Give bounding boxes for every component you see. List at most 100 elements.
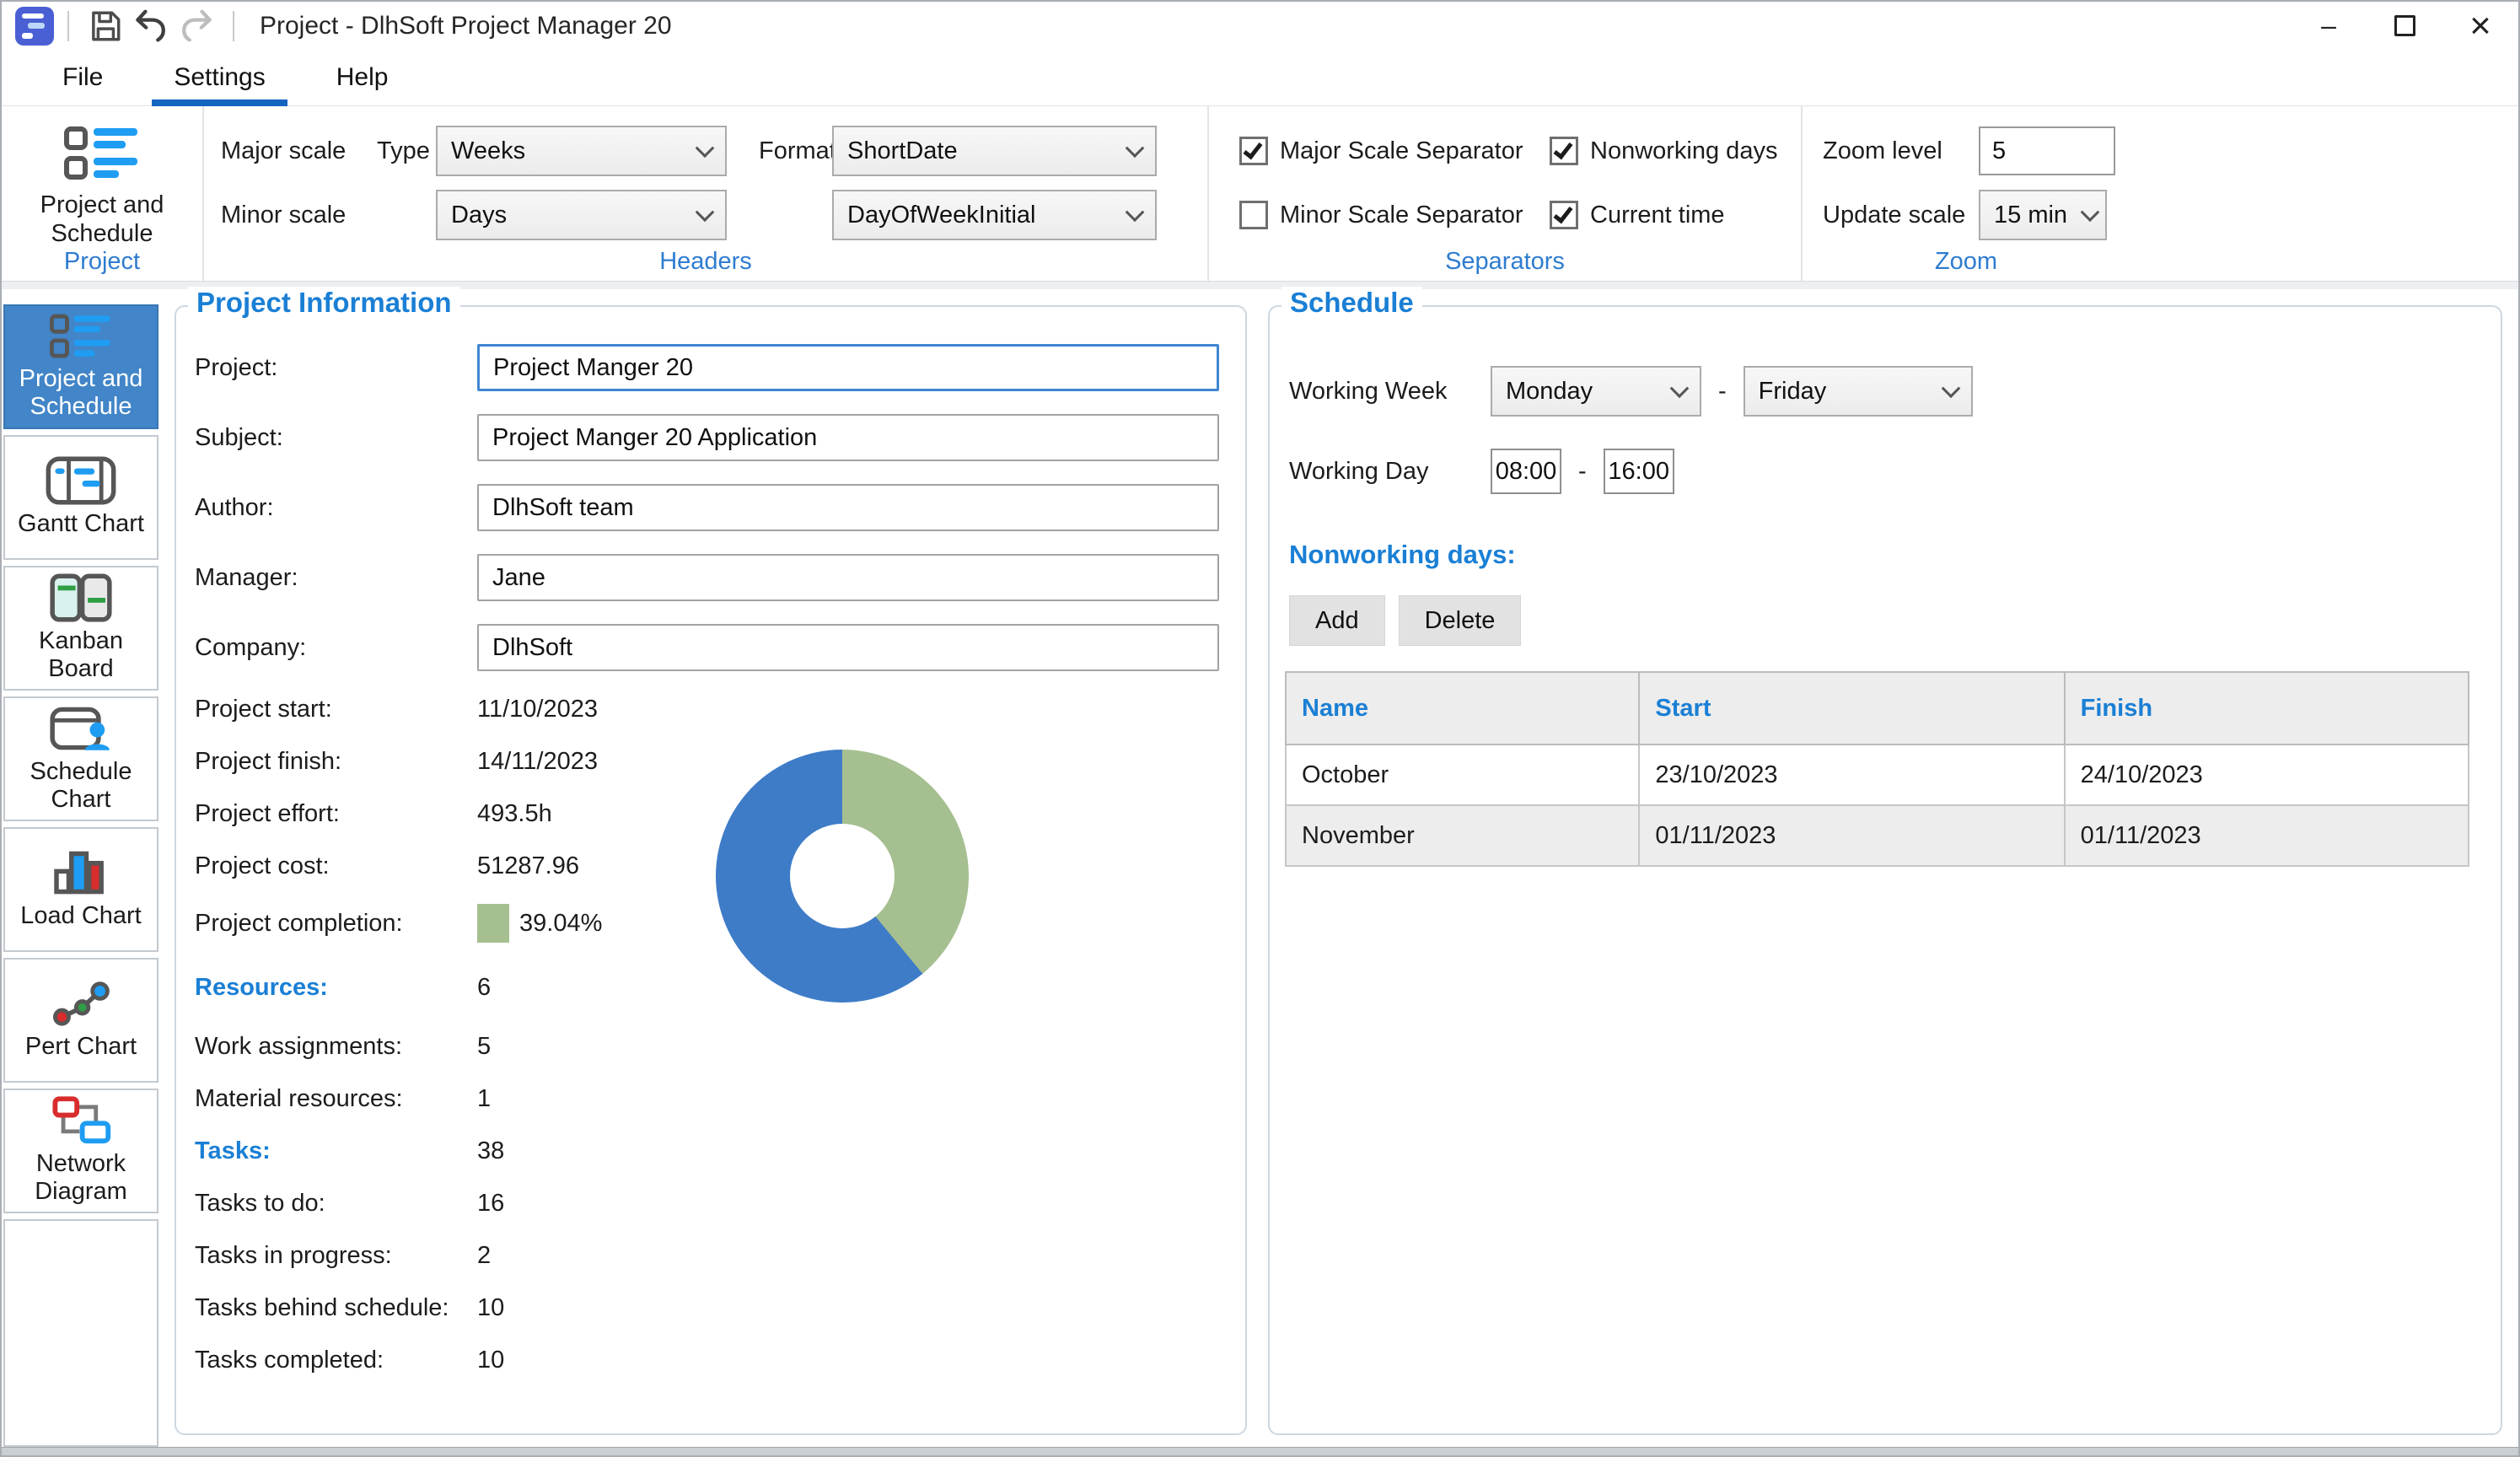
checkbox-icon: [1239, 201, 1268, 229]
major-scale-type-select[interactable]: Weeks: [436, 126, 727, 176]
checkbox-icon: [1239, 137, 1268, 165]
network-diagram-icon: [52, 1095, 111, 1143]
stat-label: Tasks to do:: [195, 1189, 325, 1217]
cell-finish: 24/10/2023: [2063, 744, 2470, 806]
ribbon-group-label-headers: Headers: [659, 248, 752, 275]
stat-label: Tasks completed:: [195, 1346, 384, 1374]
week-start-select[interactable]: Monday: [1491, 366, 1701, 417]
undo-icon: [136, 9, 165, 42]
window-title: Project - DlhSoft Project Manager 20: [260, 11, 672, 40]
stat-label: Project effort:: [195, 799, 340, 827]
project-schedule-icon: [49, 314, 110, 358]
nonworking-days-checkbox[interactable]: Nonworking days: [1550, 137, 1801, 165]
sidebar-empty-cell: [3, 1219, 159, 1447]
minor-scale-separator-checkbox[interactable]: Minor Scale Separator: [1239, 201, 1550, 229]
major-scale-format-select[interactable]: ShortDate: [832, 126, 1157, 176]
completion-swatch: [477, 904, 509, 943]
day-start-input[interactable]: [1491, 449, 1561, 494]
minor-scale-type-select[interactable]: Days: [436, 190, 727, 240]
project-input[interactable]: [477, 344, 1219, 391]
schedule-title: Schedule: [1281, 287, 1422, 319]
project-field-row: Project:: [195, 344, 1245, 391]
stat-label: Material resources:: [195, 1084, 403, 1112]
project-information-title: Project Information: [188, 287, 460, 319]
sidebar-item-label: Load Chart: [20, 902, 142, 930]
sidebar-item-label: Pert Chart: [24, 1033, 137, 1061]
table-row-november[interactable]: November 01/11/2023 01/11/2023: [1284, 804, 2470, 867]
stat-tasks: Tasks: 38: [195, 1136, 1245, 1166]
table-row-october[interactable]: October 23/10/2023 24/10/2023: [1284, 744, 2470, 806]
update-scale-select[interactable]: 15 min: [1979, 190, 2107, 240]
major-scale-label: Major scale: [221, 137, 347, 164]
menu-settings[interactable]: Settings: [148, 63, 290, 106]
sidebar-item-kanban-board[interactable]: Kanban Board: [3, 566, 159, 691]
chevron-down-icon: [2080, 202, 2100, 223]
close-icon: ×: [2469, 4, 2491, 46]
app-logo-icon[interactable]: [15, 6, 54, 46]
stat-value: 11/10/2023: [477, 695, 598, 723]
week-end-select[interactable]: Friday: [1743, 366, 1973, 417]
maximize-icon: [2394, 15, 2415, 36]
minor-scale-format-select[interactable]: DayOfWeekInitial: [832, 190, 1157, 240]
stat-value: 10: [477, 1346, 505, 1374]
company-field-row: Company:: [195, 624, 1245, 671]
current-time-checkbox[interactable]: Current time: [1550, 201, 1801, 229]
subject-field-row: Subject:: [195, 414, 1245, 461]
menu-file[interactable]: File: [37, 63, 128, 105]
nonworking-days-table: Name Start Finish October 23/10/2023 24/…: [1284, 671, 2470, 867]
stat-label: Project completion:: [195, 909, 403, 937]
project-and-schedule-ribbon-button[interactable]: Project and Schedule: [2, 106, 202, 248]
sidebar-item-network-diagram[interactable]: Network Diagram: [3, 1089, 159, 1213]
cell-name: October: [1284, 744, 1641, 806]
sidebar-item-pert-chart[interactable]: Pert Chart: [3, 958, 159, 1083]
undo-button[interactable]: [128, 5, 174, 47]
sidebar-item-load-chart[interactable]: Load Chart: [3, 827, 159, 952]
stat-label: Tasks:: [195, 1137, 271, 1164]
save-icon: [92, 11, 121, 40]
chevron-down-icon: [1941, 379, 1960, 399]
cell-name: November: [1284, 804, 1641, 867]
week-range-separator: -: [1718, 377, 1727, 405]
ribbon-group-label-zoom: Zoom: [1934, 248, 1998, 275]
project-label: Project:: [195, 353, 278, 381]
project-stats: Project start: 11/10/2023 Project finish…: [195, 694, 1245, 1375]
sidebar-item-project-and-schedule[interactable]: Project and Schedule: [3, 304, 159, 429]
close-button[interactable]: ×: [2442, 2, 2518, 50]
update-scale-value: 15 min: [1994, 201, 2068, 228]
redo-icon: [182, 9, 212, 42]
delete-button[interactable]: Delete: [1398, 595, 1522, 646]
title-bar: Project - DlhSoft Project Manager 20 – ×: [2, 2, 2518, 50]
author-input[interactable]: [477, 484, 1219, 531]
sidebar-item-schedule-chart[interactable]: Schedule Chart: [3, 696, 159, 821]
major-scale-type-value: Weeks: [451, 137, 526, 164]
column-header-start[interactable]: Start: [1638, 671, 2066, 745]
ribbon-group-label-project: Project: [63, 248, 141, 275]
manager-input[interactable]: [477, 554, 1219, 601]
sidebar-item-gantt-chart[interactable]: Gantt Chart: [3, 435, 159, 560]
company-input[interactable]: [477, 624, 1219, 671]
zoom-level-input[interactable]: [1979, 126, 2115, 175]
window-bottom-edge: [2, 1447, 2518, 1455]
toolbar-separator: [67, 10, 69, 41]
major-scale-separator-checkbox[interactable]: Major Scale Separator: [1239, 137, 1550, 165]
checkbox-label: Current time: [1590, 201, 1725, 228]
minimize-button[interactable]: –: [2291, 2, 2367, 50]
maximize-button[interactable]: [2367, 2, 2442, 50]
ribbon-group-headers: Major scale Type Weeks Format ShortDate …: [204, 106, 1209, 281]
gantt-chart-icon: [46, 456, 116, 505]
add-button[interactable]: Add: [1289, 595, 1385, 646]
subject-input[interactable]: [477, 414, 1219, 461]
menu-help[interactable]: Help: [311, 63, 414, 105]
chevron-down-icon: [1125, 202, 1145, 223]
day-end-input[interactable]: [1603, 449, 1674, 494]
stat-label: Resources:: [195, 973, 328, 1001]
column-header-finish[interactable]: Finish: [2063, 671, 2470, 745]
stat-value: 38: [477, 1137, 505, 1164]
working-week-label: Working Week: [1289, 377, 1448, 405]
redo-button[interactable]: [174, 5, 219, 47]
save-button[interactable]: [83, 5, 128, 47]
column-header-name[interactable]: Name: [1284, 671, 1641, 745]
chevron-down-icon: [1669, 379, 1690, 399]
completion-donut: [716, 750, 969, 1003]
stat-work-assignments: Work assignments: 5: [195, 1031, 1245, 1062]
